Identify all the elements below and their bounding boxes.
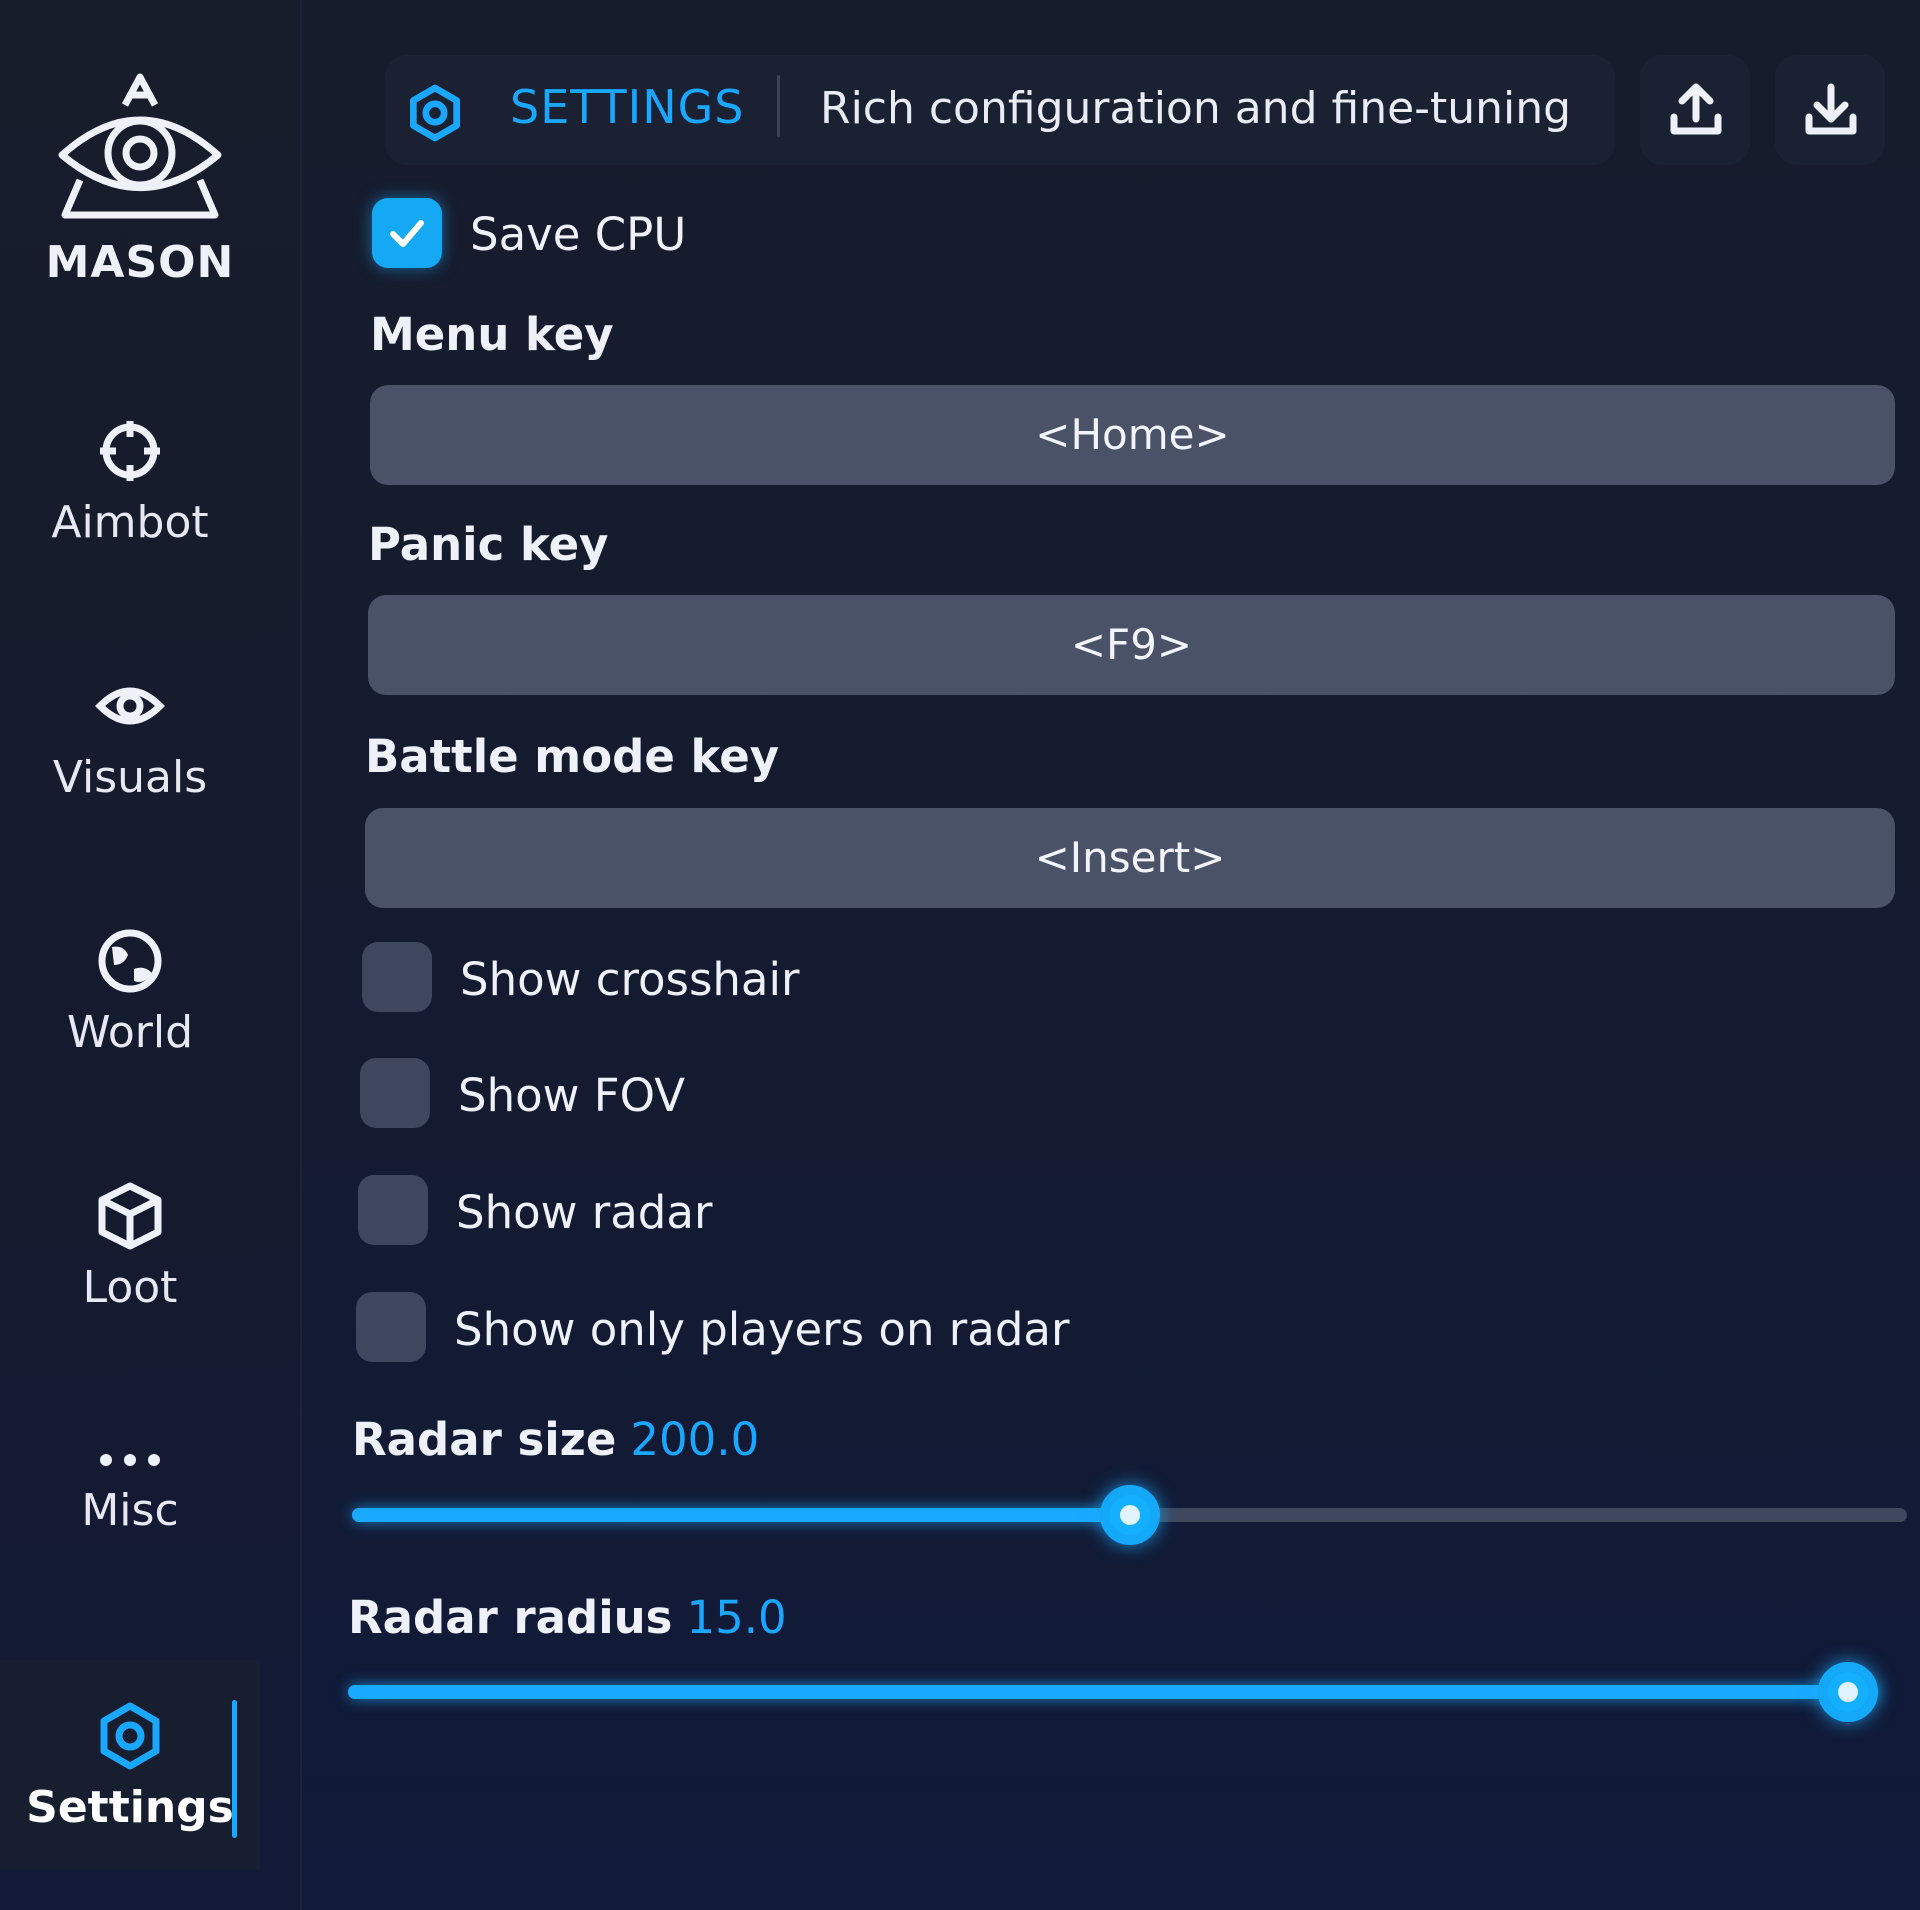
radar-radius-label-text: Radar radius	[348, 1591, 673, 1644]
sidebar: MASON Aimbot Visuals World Loot Misc Set…	[0, 0, 302, 1910]
active-indicator	[232, 1700, 237, 1838]
show-fov-label: Show FOV	[458, 1069, 686, 1122]
header-divider	[777, 75, 780, 137]
download-button[interactable]	[1775, 55, 1885, 165]
save-cpu-label: Save CPU	[470, 208, 687, 261]
menu-key-binding[interactable]: <Home>	[370, 385, 1895, 485]
radar-size-label-text: Radar size	[352, 1413, 617, 1466]
gear-icon	[410, 84, 460, 142]
eye-pyramid-logo-icon	[58, 73, 222, 219]
upload-icon	[1670, 83, 1722, 135]
show-radar-checkbox[interactable]	[358, 1175, 428, 1245]
menu-key-label: Menu key	[370, 308, 614, 361]
radar-radius-slider-thumb[interactable]	[1818, 1662, 1878, 1722]
radar-radius-value: 15.0	[686, 1591, 787, 1644]
ellipsis-icon	[100, 1454, 160, 1466]
logo-text: MASON	[45, 237, 235, 288]
sidebar-item-label: Loot	[82, 1262, 178, 1313]
show-only-players-checkbox[interactable]	[356, 1292, 426, 1362]
sidebar-item-world[interactable]: World	[0, 925, 260, 1105]
eye-icon	[95, 687, 165, 725]
radar-radius-slider[interactable]	[348, 1662, 1878, 1722]
sidebar-item-label: Settings	[26, 1782, 234, 1833]
download-icon	[1805, 83, 1857, 135]
radar-size-slider[interactable]	[352, 1485, 1907, 1545]
crosshair-icon	[100, 421, 160, 481]
logo: MASON	[40, 65, 240, 288]
checkmark-icon	[390, 220, 424, 247]
gear-icon	[100, 1702, 160, 1770]
sidebar-item-visuals[interactable]: Visuals	[0, 670, 260, 850]
radar-size-slider-fill	[352, 1508, 1130, 1522]
show-fov-checkbox[interactable]	[360, 1058, 430, 1128]
header-bar: SETTINGS Rich configuration and fine-tun…	[385, 55, 1615, 165]
sidebar-item-label: Visuals	[52, 752, 208, 803]
show-crosshair-checkbox[interactable]	[362, 942, 432, 1012]
show-crosshair-label: Show crosshair	[460, 953, 800, 1006]
radar-size-slider-thumb[interactable]	[1100, 1485, 1160, 1545]
globe-icon	[98, 929, 162, 993]
page-title: SETTINGS	[510, 80, 745, 134]
cube-icon	[98, 1182, 162, 1250]
sidebar-item-label: Aimbot	[51, 497, 209, 548]
page-subtitle: Rich configuration and fine-tuning	[820, 83, 1572, 134]
battle-mode-key-label: Battle mode key	[365, 730, 780, 783]
sidebar-item-aimbot[interactable]: Aimbot	[0, 415, 260, 595]
sidebar-item-label: World	[66, 1007, 194, 1058]
radar-radius-slider-fill	[348, 1685, 1878, 1699]
show-only-players-label: Show only players on radar	[454, 1303, 1070, 1356]
sidebar-item-misc[interactable]: Misc	[0, 1445, 260, 1625]
app-window: MASON Aimbot Visuals World Loot Misc Set…	[0, 0, 1920, 1910]
sidebar-item-loot[interactable]: Loot	[0, 1180, 260, 1360]
radar-size-value: 200.0	[630, 1413, 760, 1466]
show-radar-label: Show radar	[456, 1186, 713, 1239]
upload-button[interactable]	[1640, 55, 1750, 165]
panic-key-label: Panic key	[368, 518, 609, 571]
sidebar-item-label: Misc	[81, 1485, 179, 1536]
battle-mode-key-binding[interactable]: <Insert>	[365, 808, 1895, 908]
radar-radius-label: Radar radius 15.0	[348, 1588, 787, 1648]
radar-size-label: Radar size 200.0	[352, 1410, 759, 1470]
panic-key-binding[interactable]: <F9>	[368, 595, 1895, 695]
sidebar-item-settings[interactable]: Settings	[0, 1660, 260, 1870]
save-cpu-checkbox[interactable]	[372, 198, 442, 268]
